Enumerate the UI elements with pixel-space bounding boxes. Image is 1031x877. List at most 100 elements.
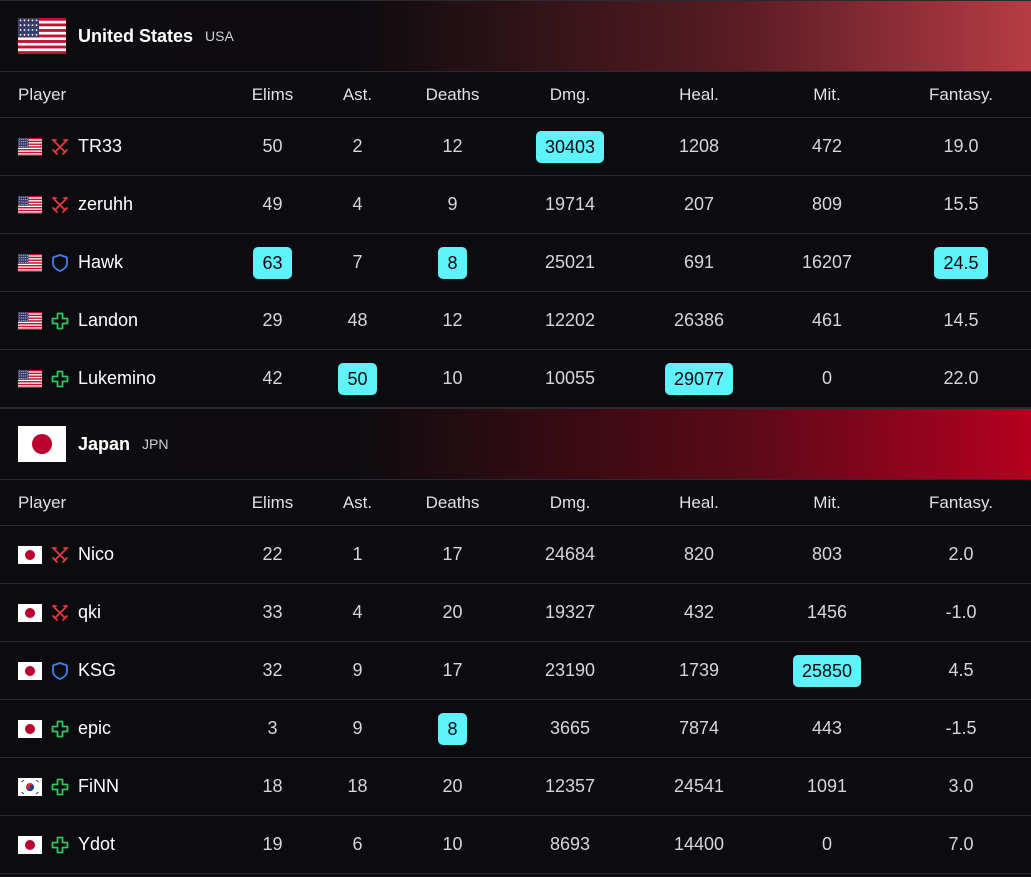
stat-cell-mit: 461 — [763, 310, 891, 331]
stat-value: 4.5 — [948, 660, 974, 680]
stat-cell-mit: 472 — [763, 136, 891, 157]
stat-cell-fantasy: 24.5 — [891, 246, 1031, 279]
stat-value: 14.5 — [943, 310, 979, 330]
stat-value: 17 — [442, 660, 463, 680]
stat-cell-fantasy: 2.0 — [891, 544, 1031, 565]
column-header-player: Player — [18, 84, 67, 104]
stat-value: 10055 — [544, 368, 596, 388]
us-flag — [18, 18, 66, 55]
team-name: United States — [78, 25, 194, 46]
stat-cell-elims: 42 — [230, 368, 315, 389]
stat-cell-ast: 1 — [315, 544, 400, 565]
stat-cell-mit: 1456 — [763, 602, 891, 623]
player-name: epic — [78, 718, 112, 738]
support-role-icon — [50, 777, 70, 797]
stat-cell-heal: 29077 — [635, 362, 763, 395]
stat-value: 48 — [347, 310, 368, 330]
stat-value: 19714 — [544, 194, 596, 214]
stat-cell-dmg: 10055 — [505, 368, 635, 389]
highlighted-value: 8 — [438, 246, 467, 279]
player-row: TR33 50 2 12 30403 1208 472 19.0 — [0, 118, 1031, 176]
stat-cell-deaths: 10 — [400, 368, 505, 389]
player-row: KSG 32 9 17 23190 1739 25850 4.5 — [0, 642, 1031, 700]
stat-value: 7 — [352, 252, 363, 272]
player-cell: Nico — [0, 544, 230, 565]
stat-cell-ast: 2 — [315, 136, 400, 157]
player-name: FiNN — [78, 776, 119, 796]
dps-role-icon — [50, 137, 70, 157]
stat-value: 3.0 — [948, 776, 974, 796]
stat-cell-deaths: 12 — [400, 310, 505, 331]
stat-value: 809 — [811, 194, 843, 214]
jp-flag-icon — [18, 719, 42, 738]
stat-cell-deaths: 20 — [400, 602, 505, 623]
player-name: Ydot — [78, 834, 116, 854]
stat-cell-dmg: 12357 — [505, 776, 635, 797]
stat-cell-heal: 691 — [635, 252, 763, 273]
column-header-mit: Mit. — [813, 492, 841, 512]
stat-cell-dmg: 19327 — [505, 602, 635, 623]
stat-cell-ast: 4 — [315, 602, 400, 623]
player-row: Hawk 63 7 8 25021 691 16207 24.5 — [0, 234, 1031, 292]
player-row: Nico 22 1 17 24684 820 803 2.0 — [0, 526, 1031, 584]
player-name: Landon — [78, 310, 139, 330]
stat-cell-dmg: 12202 — [505, 310, 635, 331]
stat-cell-ast: 9 — [315, 660, 400, 681]
stat-value: 33 — [262, 602, 283, 622]
stat-value: 12357 — [544, 776, 596, 796]
stat-cell-dmg: 24684 — [505, 544, 635, 565]
stat-value: 17 — [442, 544, 463, 564]
stat-value: 22.0 — [943, 368, 979, 388]
dps-role-icon — [50, 603, 70, 623]
stat-cell-mit: 0 — [763, 368, 891, 389]
column-header-fantasy: Fantasy. — [929, 492, 993, 512]
highlighted-value: 8 — [438, 712, 467, 745]
stat-cell-elims: 3 — [230, 718, 315, 739]
stat-cell-ast: 4 — [315, 194, 400, 215]
stat-value: 50 — [262, 136, 283, 156]
stat-value: 9 — [352, 718, 363, 738]
highlighted-value: 24.5 — [934, 246, 988, 279]
stat-value: 19.0 — [943, 136, 979, 156]
stat-cell-dmg: 30403 — [505, 130, 635, 163]
highlighted-value: 63 — [253, 246, 292, 279]
stat-cell-mit: 16207 — [763, 252, 891, 273]
stat-value: 32 — [262, 660, 283, 680]
us-flag-icon — [18, 369, 42, 388]
support-role-icon — [50, 719, 70, 739]
stat-value: 4 — [352, 194, 363, 214]
stat-cell-deaths: 17 — [400, 660, 505, 681]
stat-cell-fantasy: 7.0 — [891, 834, 1031, 855]
jp-flag-icon — [18, 835, 42, 854]
stat-cell-fantasy: -1.0 — [891, 602, 1031, 623]
stat-value: 0 — [821, 368, 832, 388]
team-header: United States USA — [0, 0, 1031, 72]
support-role-icon — [50, 835, 70, 855]
stat-value: 24541 — [673, 776, 725, 796]
column-header-deaths: Deaths — [425, 84, 480, 104]
stat-cell-fantasy: 19.0 — [891, 136, 1031, 157]
stat-value: 1 — [352, 544, 363, 564]
column-header-ast: Ast. — [342, 84, 373, 104]
stat-cell-dmg: 3665 — [505, 718, 635, 739]
stat-value: 18 — [262, 776, 283, 796]
support-role-icon — [50, 369, 70, 389]
highlighted-value: 29077 — [664, 362, 734, 395]
stat-cell-deaths: 8 — [400, 712, 505, 745]
dps-role-icon — [50, 195, 70, 215]
stat-value: 2.0 — [948, 544, 974, 564]
stat-value: 20 — [442, 776, 463, 796]
stat-value: 49 — [262, 194, 283, 214]
column-header-row: Player Elims Ast. Deaths Dmg. Heal. Mit. Fantas… — [0, 480, 1031, 526]
jp-flag-icon — [18, 661, 42, 680]
stat-value: 16207 — [801, 252, 853, 272]
stat-cell-deaths: 10 — [400, 834, 505, 855]
stat-value: 12 — [442, 310, 463, 330]
stat-cell-ast: 6 — [315, 834, 400, 855]
stat-value: 7874 — [678, 718, 720, 738]
stat-cell-elims: 49 — [230, 194, 315, 215]
stat-value: 820 — [683, 544, 715, 564]
stat-value: 10 — [442, 834, 463, 854]
stat-cell-elims: 18 — [230, 776, 315, 797]
column-header-ast: Ast. — [342, 492, 373, 512]
